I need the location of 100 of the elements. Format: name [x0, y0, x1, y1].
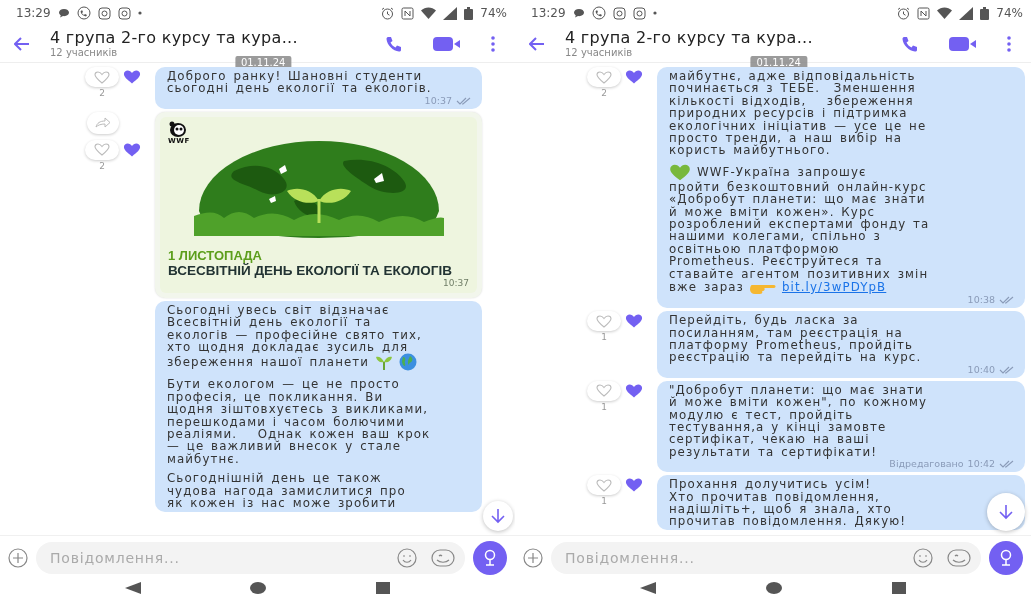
emoji-icon[interactable] — [397, 548, 417, 568]
video-call-icon[interactable] — [433, 36, 461, 52]
heart-icon[interactable] — [625, 70, 643, 84]
alarm-icon — [897, 6, 911, 20]
participants-count: 12 учасників — [50, 47, 119, 59]
heart-icon[interactable] — [625, 314, 643, 329]
message-time: 10:40 — [967, 363, 995, 376]
nav-home-icon[interactable] — [766, 582, 782, 594]
phone-call-icon[interactable] — [901, 35, 919, 53]
message-time: 10:38 — [967, 294, 995, 307]
chat-title[interactable]: 4 група 2-го курсу та кура... — [565, 29, 889, 47]
message-input[interactable]: Повідомлення... — [563, 549, 899, 567]
add-icon[interactable] — [8, 548, 28, 568]
battery-percent: 74% — [480, 6, 507, 20]
phone-bubble-icon — [591, 6, 606, 20]
message-text: вже зараз — [669, 280, 744, 294]
heart-outline-icon[interactable] — [596, 70, 612, 84]
heart-outline-icon[interactable] — [94, 70, 110, 84]
down-arrow-icon — [489, 507, 507, 525]
message-time: 10:42 — [967, 458, 995, 471]
poster-date: 1 ЛИСТОПАДА — [168, 248, 263, 263]
globe-icon — [399, 353, 418, 372]
message-text: майбутнє, адже відповідальність починається з ТЕБЕ. Зменшення кількості відходів, збереження природних ресурсів і підтримка екологічних ініціатив — усе це не просто тренди, а наш вибір на користь майбутнього. — [669, 69, 927, 158]
microphone-icon — [482, 549, 498, 567]
edited-label: Відредаговано — [889, 458, 964, 471]
poster-headline: ВСЕСВІТНІЙ ДЕНЬ ЕКОЛОГІЇ ТА ЕКОЛОГІВ — [168, 262, 453, 278]
seedling-icon — [375, 354, 394, 371]
nfc-icon — [917, 6, 931, 20]
voice-message-button[interactable] — [473, 541, 507, 575]
nav-recent-apps-icon[interactable] — [376, 582, 391, 594]
signal-icon — [959, 6, 974, 20]
reaction-count: 2 — [99, 88, 105, 98]
message-text: WWF-Україна запрошує — [697, 166, 867, 179]
voice-message-button[interactable] — [989, 541, 1023, 575]
add-icon[interactable] — [523, 548, 543, 568]
heart-icon[interactable] — [625, 383, 643, 398]
wifi-icon — [421, 7, 437, 19]
chat-title[interactable]: 4 група 2-го курсу та кура... — [50, 29, 373, 47]
phone-bubble-icon — [76, 6, 91, 20]
message-input[interactable]: Повідомлення... — [48, 549, 383, 567]
panda-logo-icon — [168, 120, 188, 137]
nfc-icon — [401, 6, 415, 20]
nav-back-icon[interactable] — [640, 582, 656, 594]
heart-icon[interactable] — [123, 142, 141, 157]
heart-outline-icon[interactable] — [596, 384, 612, 398]
double-check-icon — [456, 96, 472, 105]
message-text: Сьогоднішній день це також чудова нагода замислитися про як кожен із нас може зробити — [167, 471, 406, 511]
heart-outline-icon[interactable] — [596, 478, 612, 492]
down-arrow-icon — [997, 503, 1015, 521]
heart-icon[interactable] — [625, 478, 643, 493]
camera-app-icon — [117, 6, 131, 20]
camera-app-icon — [632, 6, 646, 20]
camera-app-icon — [97, 6, 111, 20]
double-check-icon — [999, 460, 1015, 469]
message-time: 10:37 — [443, 277, 469, 288]
camera-app-icon — [612, 6, 626, 20]
message-text: збереження нашої планети — [167, 356, 370, 369]
double-check-icon — [999, 365, 1015, 374]
nav-home-icon[interactable] — [250, 582, 267, 594]
signal-icon — [443, 6, 458, 20]
more-notifications-icon — [652, 11, 657, 15]
microphone-icon — [998, 549, 1014, 567]
message-time: 10:37 — [424, 94, 452, 107]
reaction-count: 1 — [601, 332, 607, 343]
message-text: Доброго ранку! Шановні студенти сьогодні день екології та екологів. — [167, 69, 432, 96]
message-text: Прохання долучитись усім! Хто прочитав повідомлення, надішліть+, щоб я знала, хто прочитав повідомлення. Дякую! — [669, 477, 907, 529]
message-text: Перейдіть, будь ласка за посиланням, там реєстрація на платформу Prometheus, пройдіть реєстрацію та перейдіть на курс. — [669, 313, 922, 365]
message-field[interactable]: Повідомлення... — [551, 542, 981, 574]
reaction-count: 1 — [601, 496, 607, 507]
message-field[interactable]: Повідомлення... — [36, 542, 465, 574]
more-notifications-icon — [137, 11, 142, 15]
sticker-icon[interactable] — [947, 549, 971, 567]
double-check-icon — [999, 296, 1015, 305]
reaction-count: 2 — [99, 160, 105, 171]
emoji-icon[interactable] — [913, 548, 933, 568]
back-arrow-icon[interactable] — [14, 37, 30, 51]
message-text: "Добробут планети: що має знати й може вміти кожен", по кожному модулю є тест, пройдіть тестування,а у кінці замовте сертифікат, чекаю на ваші результати та сертифікати! — [669, 382, 928, 459]
sticker-icon[interactable] — [431, 549, 455, 567]
scroll-down-button[interactable] — [483, 501, 513, 531]
reaction-count: 1 — [601, 401, 607, 412]
heart-icon[interactable] — [123, 70, 141, 84]
more-options-icon[interactable] — [491, 36, 495, 52]
course-link[interactable]: bit.ly/3wPDYpB — [782, 280, 887, 294]
more-options-icon[interactable] — [1007, 36, 1011, 52]
message-text: Бути екологом — це не просто професія, це покликання. Ви щодня зіштовхуєтесь з викликами, перешкодами і часом болючими реаліями. Однак кожен ваш крок — це важливий внесок у стале майбутнє. — [167, 377, 431, 466]
phone-call-icon[interactable] — [385, 35, 403, 53]
heart-outline-icon[interactable] — [596, 314, 612, 328]
chat-bubble-icon — [57, 8, 70, 18]
heart-icon — [669, 163, 691, 181]
chat-bubble-icon — [572, 8, 585, 18]
status-time: 13:29 — [531, 6, 566, 20]
video-call-icon[interactable] — [949, 36, 977, 52]
participants-count: 12 учасників — [565, 47, 634, 59]
heart-outline-icon[interactable] — [94, 143, 110, 157]
nav-back-icon[interactable] — [124, 582, 141, 594]
battery-icon — [464, 6, 474, 20]
back-arrow-icon[interactable] — [529, 37, 545, 51]
battery-icon — [980, 6, 990, 20]
battery-percent: 74% — [996, 6, 1023, 20]
status-time: 13:29 — [16, 6, 51, 20]
